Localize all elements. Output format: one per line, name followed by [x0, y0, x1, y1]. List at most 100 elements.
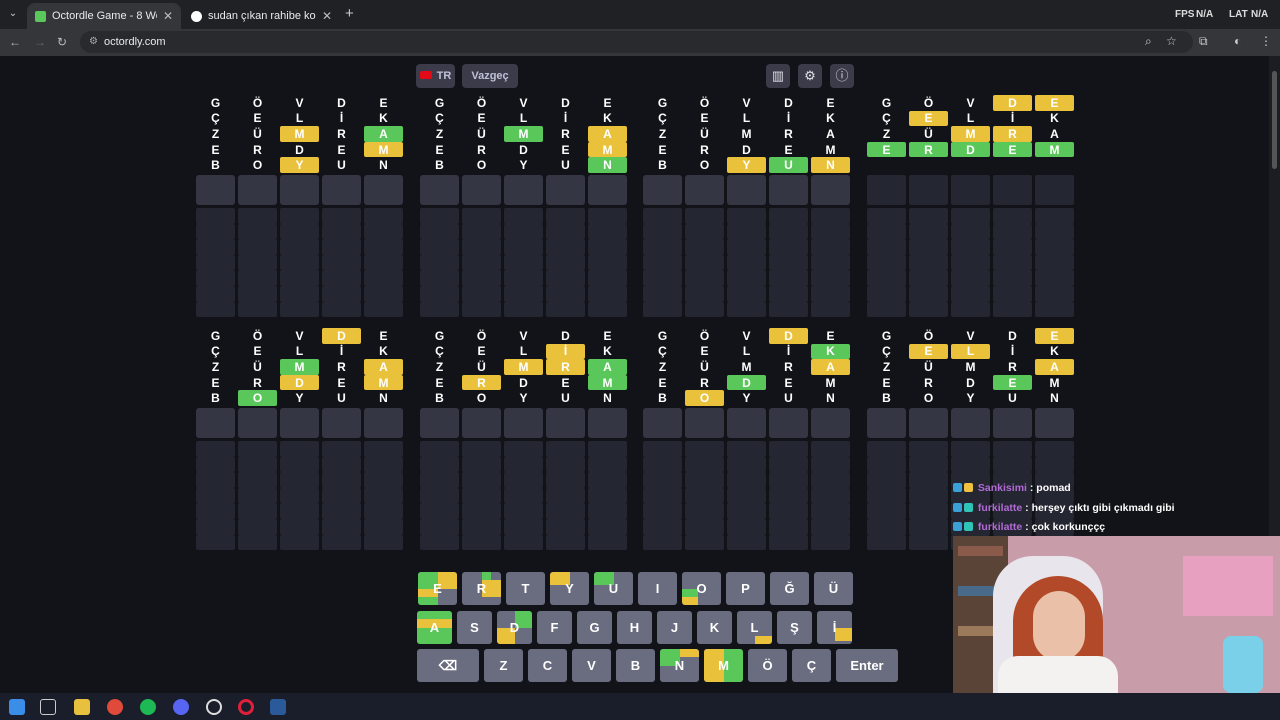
steam-icon[interactable] — [270, 699, 286, 715]
site-info-icon[interactable]: ⚙ — [89, 31, 98, 53]
scrollbar-thumb[interactable] — [1272, 71, 1277, 169]
letter-tile: O — [238, 390, 277, 406]
letter-tile: R — [561, 126, 570, 141]
letter-tile: U — [561, 158, 570, 173]
letter-tile: Ü — [924, 359, 933, 374]
file-explorer-icon[interactable] — [74, 699, 90, 715]
letter-tile: G — [210, 95, 221, 110]
key-Ğ[interactable]: Ğ — [770, 572, 809, 605]
letter-tile: Ç — [882, 344, 891, 359]
key-A[interactable]: A — [417, 611, 452, 644]
tab-close-icon[interactable]: ✕ — [163, 9, 173, 23]
tab-octordle[interactable]: Octordle Game - 8 Words Wordle Puzzle ✕ — [27, 3, 181, 29]
key-N[interactable]: N — [660, 649, 699, 682]
empty-tile — [196, 285, 235, 302]
empty-tile — [727, 301, 766, 318]
empty-tile — [322, 223, 361, 240]
empty-tile — [462, 254, 501, 271]
chrome-icon[interactable] — [107, 699, 123, 715]
letter-tile: E — [826, 328, 835, 343]
tab-search[interactable]: sudan çıkan rahibe korku filmi ✕ — [183, 3, 340, 29]
new-tab-button[interactable]: + — [345, 5, 354, 22]
key-V[interactable]: V — [572, 649, 611, 682]
key-R[interactable]: R — [462, 572, 501, 605]
letter-tile: A — [811, 359, 850, 375]
key-I[interactable]: I — [638, 572, 677, 605]
windows-start-icon[interactable] — [9, 699, 25, 715]
key-Ü[interactable]: Ü — [814, 572, 853, 605]
enter-key[interactable]: Enter — [836, 649, 898, 682]
key-M[interactable]: M — [704, 649, 743, 682]
letter-tile: U — [337, 391, 346, 406]
key-L[interactable]: L — [737, 611, 772, 644]
give-up-button[interactable]: Vazgeç — [462, 64, 518, 88]
bookmark-star-icon[interactable]: ☆ — [1166, 34, 1177, 48]
profile-icon[interactable]: ◐ — [1234, 34, 1241, 48]
info-icon[interactable]: ⓘ — [830, 64, 854, 88]
key-K[interactable]: K — [697, 611, 732, 644]
key-J[interactable]: J — [657, 611, 692, 644]
key-label: Ü — [828, 581, 839, 596]
key-E[interactable]: E — [418, 572, 457, 605]
key-Ş[interactable]: Ş — [777, 611, 812, 644]
empty-tile — [811, 407, 850, 438]
tab-search-icon[interactable]: ⌄ — [5, 6, 21, 22]
empty-tile — [364, 301, 403, 318]
extensions-icon[interactable]: ⧉ — [1199, 34, 1208, 49]
key-C[interactable]: C — [528, 649, 567, 682]
key-Ö[interactable]: Ö — [748, 649, 787, 682]
empty-tile — [867, 407, 906, 438]
key-Ç[interactable]: Ç — [792, 649, 831, 682]
key-O[interactable]: O — [682, 572, 721, 605]
empty-tile — [867, 254, 906, 271]
key-U[interactable]: U — [594, 572, 633, 605]
backspace-key[interactable]: ⌫ — [417, 649, 479, 682]
letter-tile: İ — [786, 111, 791, 126]
empty-tile — [1035, 207, 1074, 224]
empty-tile — [769, 254, 808, 271]
key-G[interactable]: G — [577, 611, 612, 644]
reload-icon[interactable]: ↻ — [57, 35, 67, 49]
gear-icon[interactable]: ⚙ — [798, 64, 822, 88]
opera-gx-icon[interactable] — [238, 699, 254, 715]
empty-tile — [811, 472, 850, 488]
key-P[interactable]: P — [726, 572, 765, 605]
empty-row — [420, 223, 627, 240]
menu-icon[interactable]: ⋮ — [1260, 34, 1272, 48]
app-icon[interactable] — [206, 699, 222, 715]
key-label: N — [674, 658, 685, 673]
spotify-icon[interactable] — [140, 699, 156, 715]
stats-icon[interactable]: ▥ — [766, 64, 790, 88]
discord-icon[interactable] — [173, 699, 189, 715]
empty-tile — [322, 207, 361, 224]
url-bar[interactable]: ⚙ octordly.com — [80, 31, 1193, 53]
letter-tile: E — [784, 142, 793, 157]
task-view-icon[interactable] — [40, 699, 56, 715]
zoom-icon[interactable]: ⌕ — [1145, 34, 1152, 49]
language-button[interactable]: TR — [416, 64, 455, 88]
letter-tile: B — [435, 391, 444, 406]
key-Y[interactable]: Y — [550, 572, 589, 605]
empty-tile — [867, 270, 906, 286]
letter-tile: Z — [882, 359, 891, 374]
key-İ[interactable]: İ — [817, 611, 852, 644]
empty-tile — [280, 440, 319, 457]
key-S[interactable]: S — [457, 611, 492, 644]
empty-tile — [462, 285, 501, 302]
letter-tile: O — [699, 158, 710, 173]
key-F[interactable]: F — [537, 611, 572, 644]
empty-row — [196, 239, 403, 255]
empty-row — [867, 254, 1074, 271]
empty-tile — [951, 174, 990, 205]
empty-tile — [588, 472, 627, 488]
key-Z[interactable]: Z — [484, 649, 523, 682]
back-icon[interactable]: ← — [9, 35, 21, 49]
forward-icon[interactable]: → — [34, 35, 46, 49]
key-D[interactable]: D — [497, 611, 532, 644]
tab-close-icon[interactable]: ✕ — [322, 9, 332, 23]
key-H[interactable]: H — [617, 611, 652, 644]
key-T[interactable]: T — [506, 572, 545, 605]
empty-tile — [685, 207, 724, 224]
empty-tile — [685, 456, 724, 473]
key-B[interactable]: B — [616, 649, 655, 682]
